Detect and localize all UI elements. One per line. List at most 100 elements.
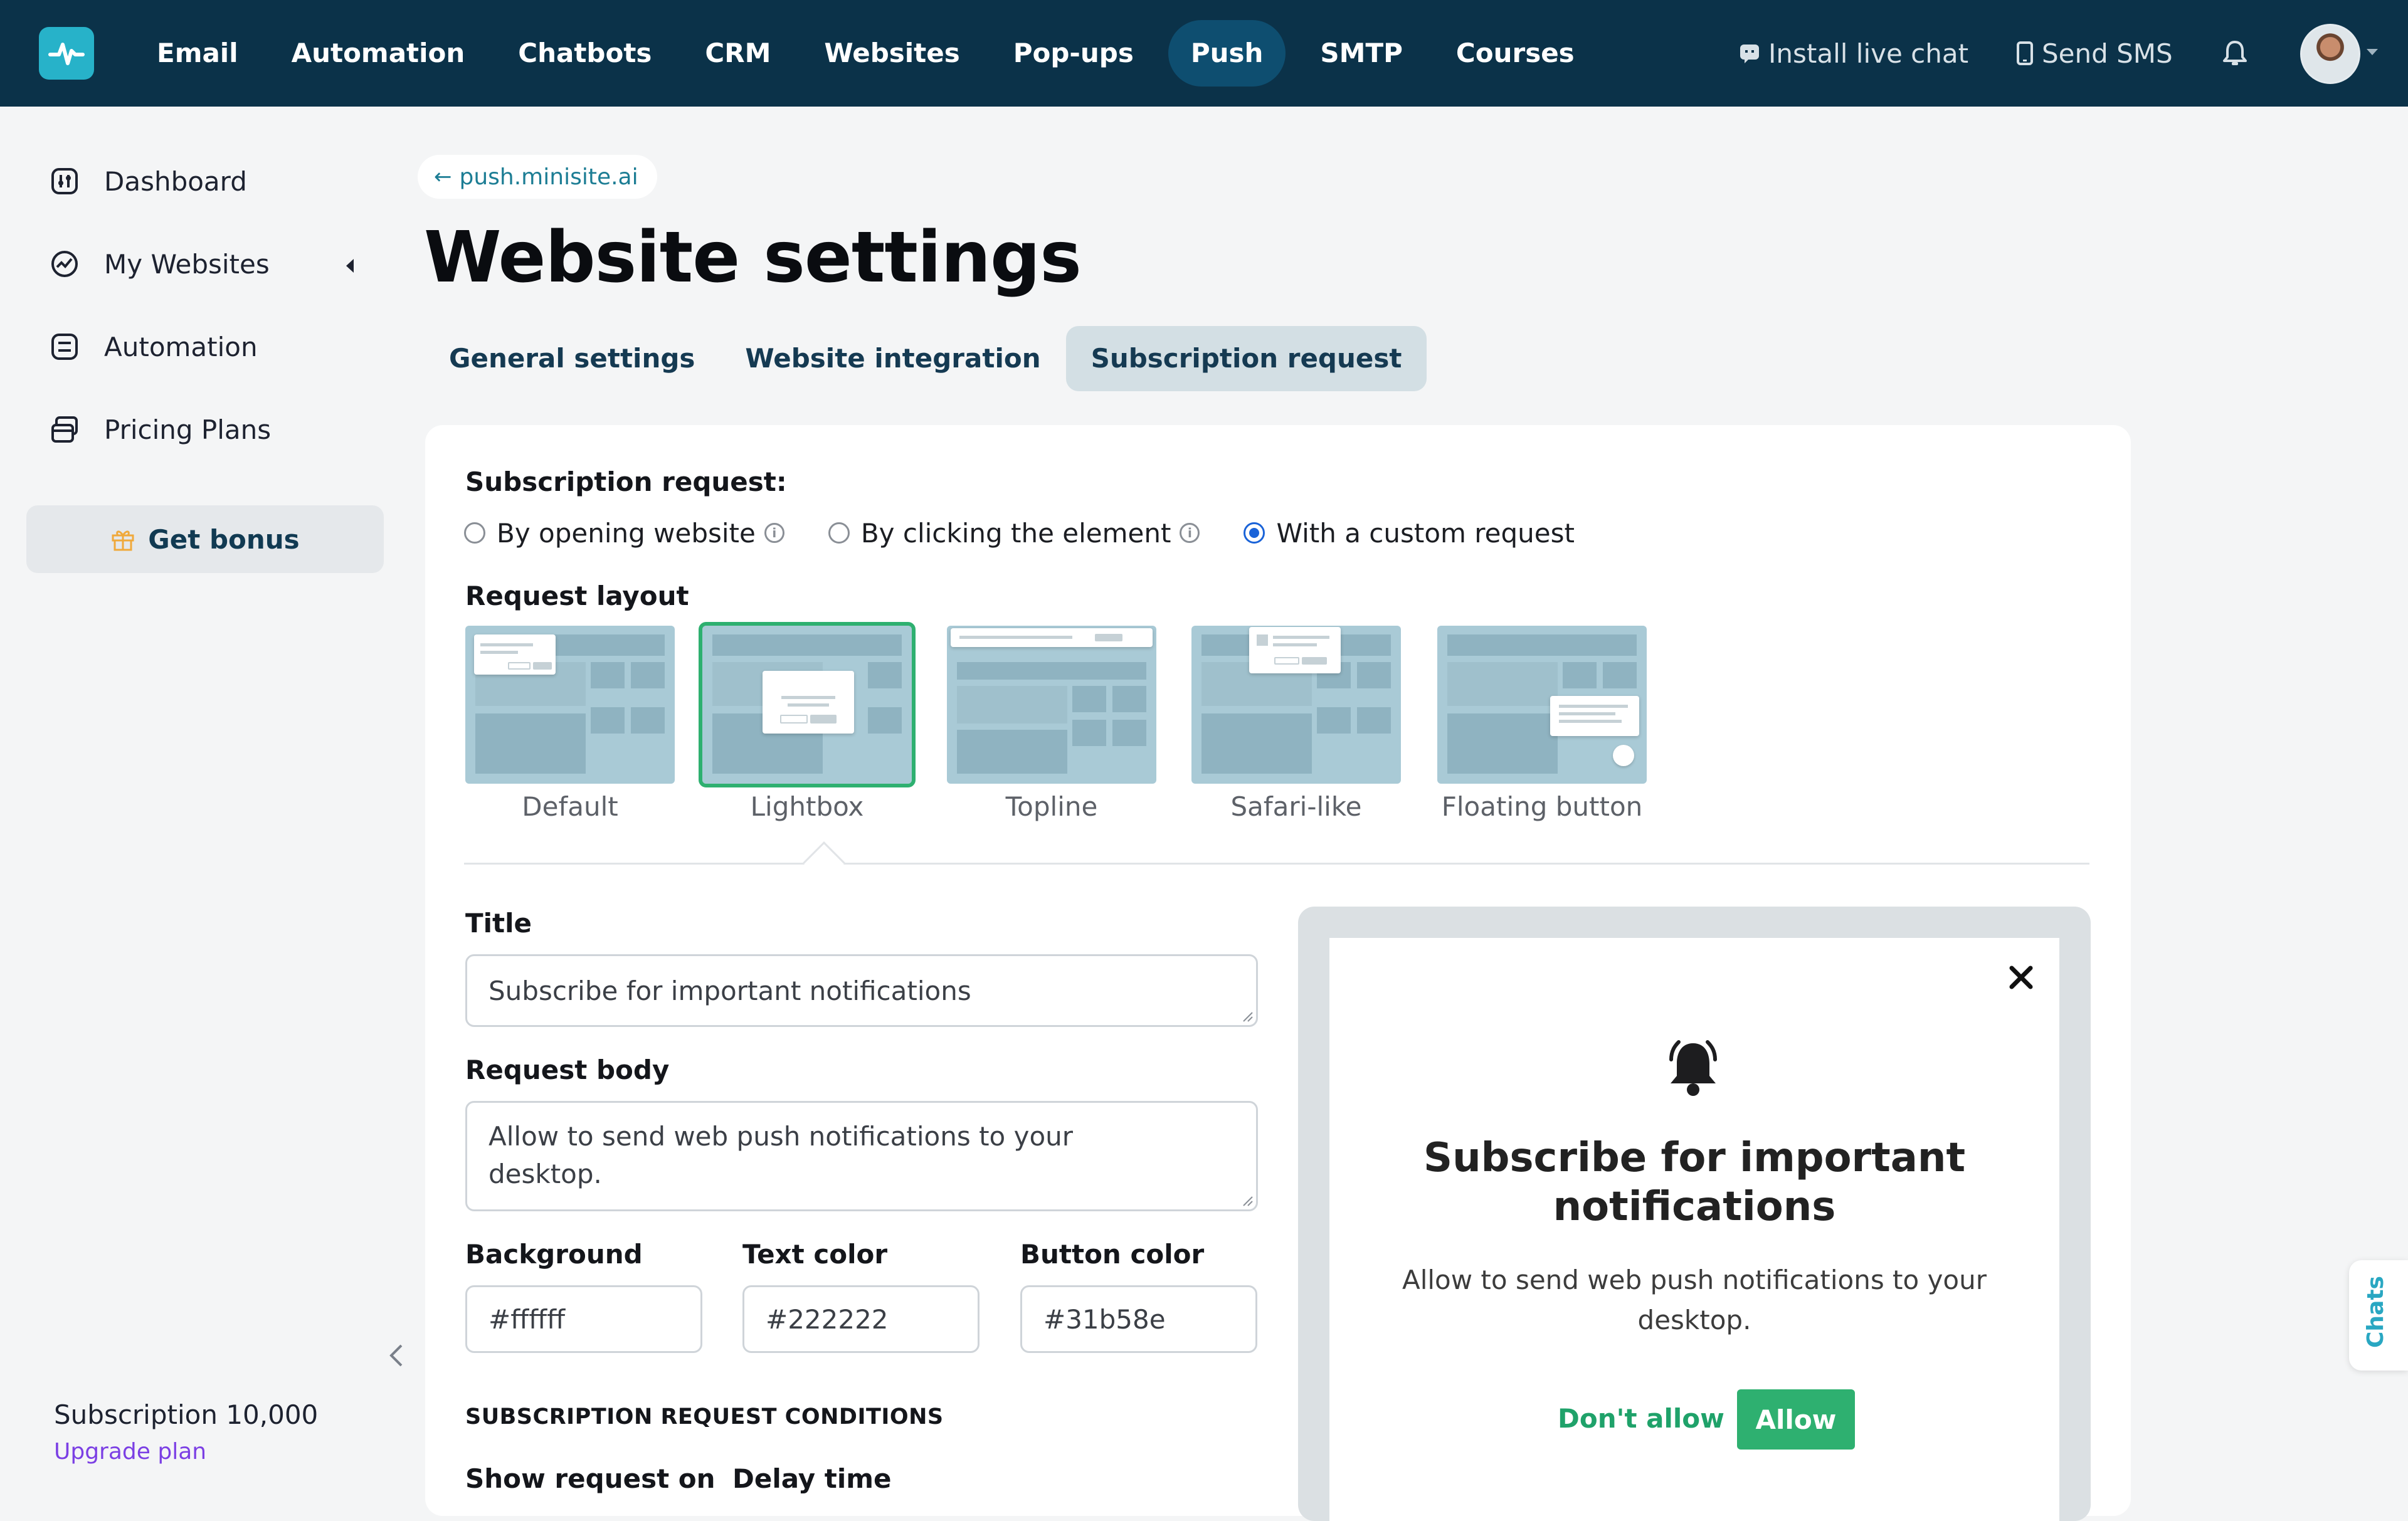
title-input-value: Subscribe for important notifications xyxy=(488,975,971,1006)
layout-option-safari-like[interactable] xyxy=(1191,626,1401,784)
settings-tabs: General settings Website integration Sub… xyxy=(424,326,1427,391)
conditions-heading: SUBSCRIPTION REQUEST CONDITIONS xyxy=(465,1404,944,1429)
preview-body: Allow to send web push notifications to … xyxy=(1402,1265,1987,1335)
button-color-input[interactable]: #31b58e xyxy=(1020,1285,1257,1353)
pulse-logo-icon xyxy=(48,43,85,65)
text-color-label: Text color xyxy=(742,1239,888,1270)
nav-push[interactable]: Push xyxy=(1168,20,1286,87)
background-color-value: #ffffff xyxy=(488,1303,566,1335)
radio-label: By clicking the element xyxy=(860,517,1171,549)
subscription-plan-text: Subscription 10,000 xyxy=(54,1399,319,1430)
radio-dot[interactable] xyxy=(464,522,485,544)
nav-automation[interactable]: Automation xyxy=(273,20,484,87)
sidebar-label-pricing-plans: Pricing Plans xyxy=(104,414,272,445)
sidebar-item-dashboard[interactable]: Dashboard xyxy=(50,162,247,200)
radio-label: With a custom request xyxy=(1276,517,1575,549)
user-avatar[interactable] xyxy=(2300,24,2360,84)
resize-handle-icon[interactable] xyxy=(1241,1010,1254,1023)
nav-smtp[interactable]: SMTP xyxy=(1301,20,1421,87)
nav-courses[interactable]: Courses xyxy=(1437,20,1593,87)
radio-with-custom-request[interactable]: With a custom request xyxy=(1244,517,1575,549)
tab-general-settings[interactable]: General settings xyxy=(424,326,720,391)
sidebar-label-my-websites: My Websites xyxy=(104,248,270,280)
section-divider xyxy=(464,863,2089,865)
sidebar-item-automation[interactable]: Automation xyxy=(50,328,258,366)
tab-website-integration[interactable]: Website integration xyxy=(720,326,1065,391)
title-field-label: Title xyxy=(465,908,532,939)
back-link-label: push.minisite.ai xyxy=(459,164,638,190)
info-icon[interactable]: i xyxy=(764,523,784,543)
upgrade-plan-link[interactable]: Upgrade plan xyxy=(54,1439,206,1465)
text-color-value: #222222 xyxy=(766,1303,889,1335)
show-request-on-label: Show request on xyxy=(465,1463,716,1494)
nav-websites[interactable]: Websites xyxy=(805,20,978,87)
radio-by-clicking-element[interactable]: By clicking the element i xyxy=(828,518,1200,549)
tab-subscription-request[interactable]: Subscription request xyxy=(1065,326,1427,391)
phone-icon xyxy=(2017,41,2033,65)
install-live-chat-label: Install live chat xyxy=(1768,38,1969,69)
delay-time-label: Delay time xyxy=(732,1463,892,1494)
page-title: Website settings xyxy=(424,217,1082,298)
radio-by-opening-website[interactable]: By opening website i xyxy=(464,518,784,549)
websites-icon xyxy=(51,251,78,277)
layout-option-default[interactable] xyxy=(465,626,675,784)
pricing-icon xyxy=(51,416,78,443)
title-input[interactable]: Subscribe for important notifications xyxy=(465,954,1258,1027)
chats-tab-label: Chats xyxy=(2363,1276,2389,1348)
dashboard-icon xyxy=(51,168,78,194)
preview-close-icon[interactable] xyxy=(2007,963,2036,992)
app-logo[interactable] xyxy=(39,27,94,80)
layout-caption-topline: Topline xyxy=(1005,791,1098,822)
request-body-label: Request body xyxy=(465,1055,670,1085)
button-color-label: Button color xyxy=(1020,1239,1205,1270)
nav-chatbots[interactable]: Chatbots xyxy=(499,20,670,87)
layout-caption-default: Default xyxy=(522,791,618,822)
collapse-sidebar-chevron-icon[interactable] xyxy=(389,1343,404,1368)
bell-icon xyxy=(2223,41,2247,65)
preview-bell-icon xyxy=(1669,1040,1717,1096)
layout-caption-safari-like: Safari-like xyxy=(1230,791,1362,822)
sidebar-item-my-websites[interactable]: My Websites xyxy=(50,245,270,283)
gift-icon xyxy=(112,530,134,551)
get-bonus-button[interactable]: Get bonus xyxy=(26,505,384,573)
radio-dot[interactable] xyxy=(828,522,850,544)
notifications-button[interactable] xyxy=(2221,0,2256,107)
back-link[interactable]: ← push.minisite.ai xyxy=(418,155,657,199)
layout-caption-floating-button: Floating button xyxy=(1441,791,1643,822)
main-nav: Email Automation Chatbots CRM Websites P… xyxy=(138,20,1609,87)
layout-caption-lightbox: Lightbox xyxy=(750,791,864,822)
sidebar-item-pricing-plans[interactable]: Pricing Plans xyxy=(50,411,271,448)
nav-crm[interactable]: CRM xyxy=(686,20,789,87)
request-layout-label: Request layout xyxy=(465,581,689,611)
background-color-input[interactable]: #ffffff xyxy=(465,1285,702,1353)
automation-icon xyxy=(51,334,78,360)
preview-allow-button[interactable]: Allow xyxy=(1737,1389,1855,1450)
layout-option-lightbox[interactable] xyxy=(699,622,916,787)
request-body-textarea[interactable]: Allow to send web push notifications to … xyxy=(465,1101,1258,1211)
sidebar-label-dashboard: Dashboard xyxy=(104,166,247,197)
avatar-chevron-down-icon[interactable] xyxy=(2367,49,2378,55)
nav-popups[interactable]: Pop-ups xyxy=(995,20,1153,87)
request-body-value: Allow to send web push notifications to … xyxy=(488,1121,1074,1189)
resize-handle-icon[interactable] xyxy=(1241,1194,1254,1207)
sidebar-expand-caret-icon[interactable] xyxy=(346,259,354,273)
info-icon[interactable]: i xyxy=(1180,523,1200,543)
send-sms-label: Send SMS xyxy=(2042,38,2173,69)
preview-title: Subscribe for important notifications xyxy=(1423,1135,1966,1230)
radio-label: By opening website xyxy=(497,517,756,549)
layout-option-topline[interactable] xyxy=(947,626,1156,784)
send-sms-link[interactable]: Send SMS xyxy=(2015,0,2173,107)
layout-option-floating-button[interactable] xyxy=(1437,626,1647,784)
chats-widget-tab[interactable]: Chats xyxy=(2349,1260,2408,1371)
subscription-request-options: By opening website i By clicking the ele… xyxy=(464,511,1619,555)
text-color-input[interactable]: #222222 xyxy=(742,1285,980,1353)
button-color-value: #31b58e xyxy=(1043,1303,1166,1335)
chat-bubble-icon xyxy=(1740,45,1759,63)
sidebar-label-automation: Automation xyxy=(104,331,258,362)
radio-dot-selected[interactable] xyxy=(1244,522,1265,544)
nav-email[interactable]: Email xyxy=(138,20,257,87)
background-label: Background xyxy=(465,1239,643,1270)
install-live-chat-link[interactable]: Install live chat xyxy=(1738,0,1968,107)
preview-dont-allow-button[interactable]: Don't allow xyxy=(1558,1403,1724,1434)
get-bonus-label: Get bonus xyxy=(148,524,300,555)
